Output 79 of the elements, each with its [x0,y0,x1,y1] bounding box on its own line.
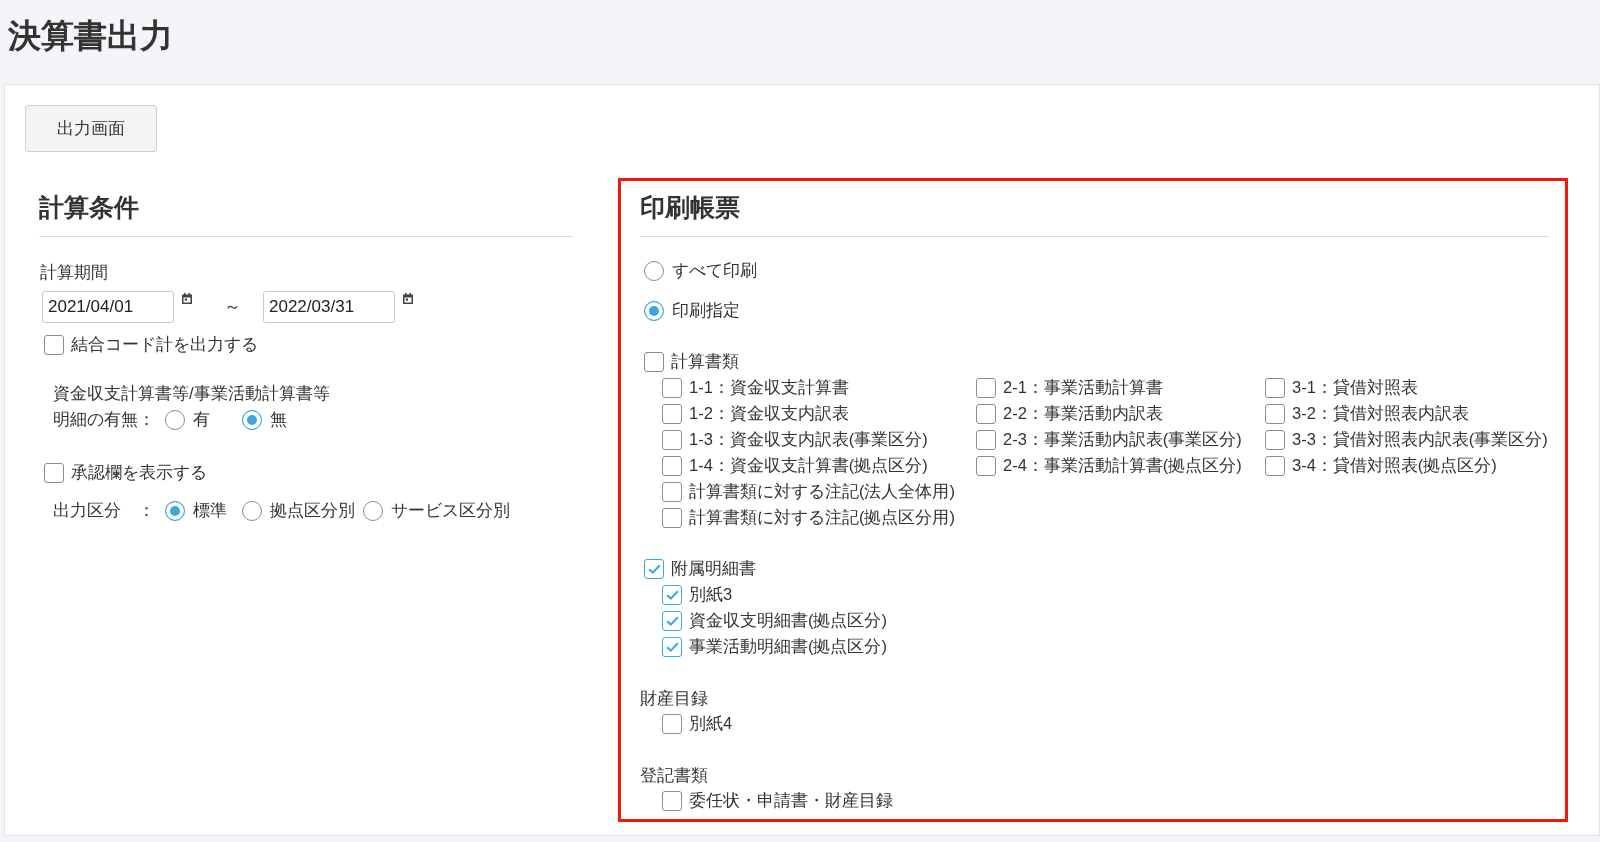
checkbox[interactable] [662,404,682,424]
checkbox[interactable] [1265,378,1285,398]
description-text: 資金収支計算書等/事業活動計算書等 [53,383,330,404]
checkbox-label: 2-1：事業活動計算書 [1003,377,1163,398]
checkbox[interactable] [976,378,996,398]
field-label: 明細の有無： [53,410,155,428]
checkbox-label: 1-4：資金収支計算書(拠点区分) [689,455,928,476]
checkbox[interactable] [644,559,664,579]
checkbox[interactable] [662,508,682,528]
radio-label: すべて印刷 [672,260,757,281]
checkmark-icon [665,642,679,652]
group-heading: 財産目録 [640,688,708,709]
checkbox[interactable] [662,456,682,476]
checkbox-label: 結合コード計を出力する [71,334,258,355]
calendar-icon[interactable] [182,293,192,304]
calendar-icon[interactable] [403,293,413,304]
checkbox[interactable] [662,611,682,631]
checkbox-label: 委任状・申請書・財産目録 [689,790,893,811]
checkbox[interactable] [662,791,682,811]
date-field[interactable]: 2022/03/31 [263,291,395,323]
checkbox-label: 3-2：貸借対照表内訳表 [1292,403,1469,424]
checkbox[interactable] [662,637,682,657]
checkbox-label: 計算書類 [671,351,739,372]
checkbox-label: 計算書類に対する注記(法人全体用) [689,481,955,502]
radio-button[interactable] [242,410,262,430]
radio-label: 標準 [193,500,227,521]
checkbox-label: 2-2：事業活動内訳表 [1003,403,1163,424]
radio-label: 拠点区分別 [270,500,355,521]
checkbox-label: 3-1：貸借対照表 [1292,377,1418,398]
radio-label: サービス区分別 [391,500,510,521]
section-title: 印刷帳票 [640,192,740,222]
checkbox[interactable] [662,714,682,734]
radio-button[interactable] [242,501,262,521]
radio-button[interactable] [363,501,383,521]
checkbox[interactable] [662,482,682,502]
radio-label: 印刷指定 [672,300,740,321]
checkbox[interactable] [44,335,64,355]
radio-label: 有 [193,409,210,430]
checkmark-icon [647,564,661,574]
radio-button[interactable] [644,261,664,281]
radio-button[interactable] [165,501,185,521]
output-screen-button[interactable]: 出力画面 [25,105,157,152]
checkbox-label: 附属明細書 [671,558,756,579]
radio-button[interactable] [165,410,185,430]
checkbox-label: 2-3：事業活動内訳表(事業区分) [1003,429,1242,450]
checkbox-label: 別紙4 [689,713,733,734]
checkbox[interactable] [976,456,996,476]
checkbox[interactable] [644,352,664,372]
checkbox[interactable] [1265,456,1285,476]
checkbox-label: 計算書類に対する注記(拠点区分用) [689,507,955,528]
checkbox-label: 3-4：貸借対照表(拠点区分) [1292,455,1497,476]
checkmark-icon [665,590,679,600]
radio-label: 無 [270,409,287,430]
checkbox-label: 1-3：資金収支内訳表(事業区分) [689,429,928,450]
checkbox-label: 事業活動明細書(拠点区分) [689,636,887,657]
checkbox[interactable] [662,585,682,605]
radio-button[interactable] [644,301,664,321]
checkmark-icon [665,616,679,626]
page-title: 決算書出力 [8,16,173,56]
section-title: 計算条件 [39,192,139,222]
checkbox-label: 2-4：事業活動計算書(拠点区分) [1003,455,1242,476]
checkbox[interactable] [976,430,996,450]
checkbox[interactable] [662,430,682,450]
checkbox[interactable] [662,378,682,398]
field-label: 計算期間 [40,262,108,283]
group-heading: 登記書類 [640,765,708,786]
checkbox-label: 1-2：資金収支内訳表 [689,403,849,424]
checkbox[interactable] [1265,430,1285,450]
checkbox-label: 3-3：貸借対照表内訳表(事業区分) [1292,429,1548,450]
checkbox-label: 1-1：資金収支計算書 [689,377,849,398]
checkbox[interactable] [976,404,996,424]
checkbox-label: 承認欄を表示する [71,462,207,483]
date-field[interactable]: 2021/04/01 [42,291,174,323]
range-separator: ～ [224,296,241,318]
checkbox[interactable] [44,463,64,483]
checkbox[interactable] [1265,404,1285,424]
checkbox-label: 別紙3 [689,584,733,605]
field-label: 出力区分 ： [53,501,155,519]
checkbox-label: 資金収支明細書(拠点区分) [689,610,887,631]
